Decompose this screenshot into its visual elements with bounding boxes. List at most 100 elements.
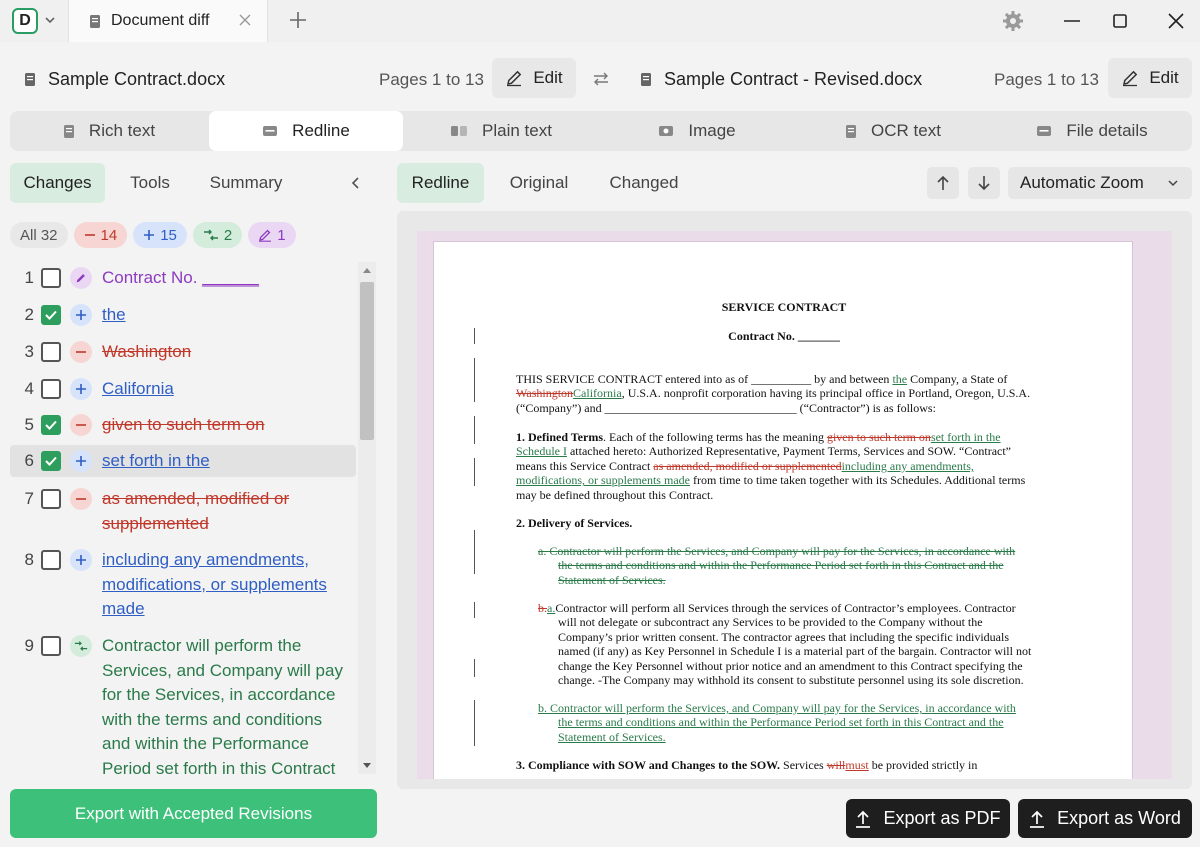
minimize-icon[interactable]	[1062, 10, 1082, 32]
change-checkbox[interactable]	[41, 342, 61, 362]
tab-changed-view[interactable]: Changed	[594, 163, 694, 203]
change-checkbox[interactable]	[41, 415, 61, 435]
document-viewer[interactable]: SERVICE CONTRACT Contract No. _______ TH…	[397, 211, 1192, 789]
change-text: set forth in the	[102, 451, 210, 470]
doc-heading: 2. Delivery of Services.	[516, 516, 633, 530]
filter-all[interactable]: All 32	[10, 222, 68, 248]
tab-document-diff[interactable]: Document diff	[68, 0, 268, 42]
plus-icon	[70, 450, 92, 472]
close-icon[interactable]	[237, 12, 253, 28]
doc-paragraph: means this Service Contract as amended, …	[516, 458, 974, 473]
tab-redline-view[interactable]: Redline	[397, 163, 484, 203]
previous-change-button[interactable]	[927, 167, 959, 199]
doc-paragraph: change. -The Company may withhold its co…	[558, 673, 1024, 687]
new-tab-icon[interactable]	[288, 10, 308, 30]
export-pdf-button[interactable]: Export as PDF	[846, 799, 1010, 838]
change-checkbox[interactable]	[41, 451, 61, 471]
change-text: California	[102, 379, 174, 398]
left-file-name: Sample Contract.docx	[48, 68, 226, 89]
export-word-button[interactable]: Export as Word	[1018, 799, 1192, 838]
tab-title: Document diff	[111, 12, 210, 29]
chevron-left-icon[interactable]	[349, 176, 363, 190]
document-icon	[25, 72, 35, 86]
tab-plain-text[interactable]: Plain text	[404, 111, 598, 151]
zoom-select[interactable]: Automatic Zoom	[1008, 167, 1192, 199]
chevron-down-icon	[1168, 180, 1178, 187]
move-icon	[70, 635, 92, 657]
change-checkbox[interactable]	[41, 268, 61, 288]
swap-icon[interactable]	[592, 70, 610, 88]
tab-original-view[interactable]: Original	[496, 163, 582, 203]
minus-icon	[84, 234, 95, 236]
change-item[interactable]: 2 the	[10, 299, 356, 332]
scroll-up-icon[interactable]	[362, 266, 372, 274]
tab-image[interactable]: Image	[600, 111, 794, 151]
change-item-selected[interactable]: 6 set forth in the	[10, 445, 356, 477]
tab-redline[interactable]: Redline	[209, 111, 403, 151]
change-checkbox[interactable]	[41, 550, 61, 570]
doc-paragraph: 3. Compliance with SOW and Changes to th…	[516, 758, 978, 772]
tab-rich-text[interactable]: Rich text	[10, 111, 208, 151]
scroll-down-icon[interactable]	[362, 762, 372, 770]
change-checkbox[interactable]	[41, 489, 61, 509]
change-bar	[474, 416, 475, 444]
scroll-thumb[interactable]	[360, 282, 374, 440]
pencil-icon	[259, 229, 272, 242]
gear-icon[interactable]	[1002, 10, 1024, 32]
move-icon	[203, 229, 218, 241]
filter-deletions[interactable]: 14	[73, 222, 128, 248]
doc-moved-text: the terms and conditions and within the …	[558, 715, 1004, 730]
doc-paragraph: THIS SERVICE CONTRACT entered into as of…	[516, 372, 1008, 386]
plain-text-icon	[451, 126, 468, 136]
change-checkbox[interactable]	[41, 379, 61, 399]
change-bar	[474, 458, 475, 486]
change-item[interactable]: 8 including any amendments, modification…	[10, 544, 356, 626]
change-text: Washington	[102, 342, 192, 361]
tab-file-details[interactable]: File details	[992, 111, 1192, 151]
change-bar	[474, 659, 475, 677]
change-item[interactable]: 7 as amended, modified or supplemented	[10, 483, 356, 541]
right-file-info: Sample Contract - Revised.docx	[640, 58, 922, 100]
app-logo[interactable]: D	[12, 8, 38, 34]
close-window-icon[interactable]	[1166, 10, 1186, 32]
document-icon	[63, 124, 74, 138]
left-edit-button[interactable]: Edit	[492, 58, 576, 98]
filter-formatting[interactable]: 1	[248, 222, 296, 248]
change-checkbox[interactable]	[41, 305, 61, 325]
change-checkbox[interactable]	[41, 636, 61, 656]
redline-icon	[263, 126, 278, 136]
right-edit-button[interactable]: Edit	[1108, 58, 1192, 98]
doc-moved-text: a. Contractor will perform the Services,…	[538, 544, 1016, 558]
maximize-icon[interactable]	[1112, 10, 1130, 32]
filter-moves[interactable]: 2	[192, 222, 243, 248]
left-file-info: Sample Contract.docx	[24, 58, 225, 100]
doc-paragraph: Company’s prior written consent. The con…	[558, 629, 1009, 644]
doc-paragraph: WashingtonCalifornia, U.S.A. nonprofit c…	[516, 386, 1031, 401]
changes-scrollbar[interactable]	[358, 262, 376, 774]
export-accepted-revisions-button[interactable]: Export with Accepted Revisions	[10, 789, 377, 838]
tab-tools[interactable]: Tools	[112, 163, 188, 203]
tab-changes[interactable]: Changes	[10, 163, 105, 203]
change-item[interactable]: 9 Contractor will perform the Services, …	[10, 630, 356, 774]
tab-summary[interactable]: Summary	[196, 163, 296, 203]
tab-ocr-text[interactable]: OCR text	[796, 111, 990, 151]
filter-insertions[interactable]: 15	[133, 222, 187, 248]
doc-paragraph: Schedule I attached hereto: Authorized R…	[516, 444, 1012, 459]
pencil-icon	[1123, 70, 1138, 87]
change-item[interactable]: 1 Contract No. ______	[10, 262, 356, 295]
change-text: as amended, modified or supplemented	[102, 489, 290, 533]
change-item[interactable]: 3 Washington	[10, 336, 356, 369]
doc-contract-no: Contract No. _______	[728, 329, 840, 343]
next-change-button[interactable]	[968, 167, 1000, 199]
upload-icon	[1030, 810, 1045, 828]
chevron-down-icon[interactable]	[44, 14, 56, 26]
minus-icon	[70, 414, 92, 436]
right-pages-range: Pages 1 to 13	[994, 70, 1099, 89]
document-canvas: SERVICE CONTRACT Contract No. _______ TH…	[417, 231, 1172, 779]
change-item[interactable]: 5 given to such term on	[10, 409, 356, 442]
change-item[interactable]: 4 California	[10, 373, 356, 406]
arrow-down-icon	[978, 176, 990, 191]
doc-paragraph: change the Key Personnel without prior n…	[558, 658, 1023, 673]
doc-paragraph: will not delegate or subcontract any Ser…	[558, 615, 983, 630]
change-text: given to such term on	[102, 415, 265, 434]
